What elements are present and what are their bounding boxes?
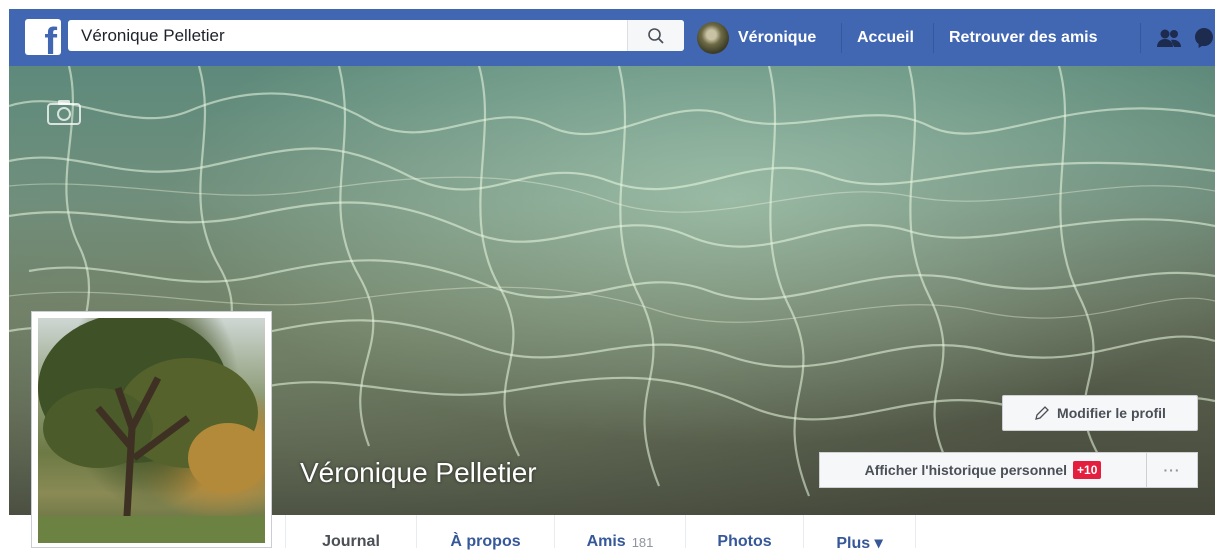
- profile-picture: [38, 318, 265, 543]
- more-options-label: ···: [1163, 462, 1181, 478]
- nav-divider: [933, 23, 934, 53]
- profile-link[interactable]: Véronique: [697, 9, 816, 66]
- pencil-icon: [1035, 406, 1049, 420]
- home-link[interactable]: Accueil: [857, 9, 914, 66]
- tab-friends-label: Amis: [586, 533, 626, 550]
- camera-icon[interactable]: [47, 99, 81, 125]
- tab-more-label: Plus ▾: [836, 535, 883, 552]
- facebook-logo[interactable]: f: [25, 19, 61, 55]
- activity-count-badge: +10: [1073, 461, 1102, 479]
- messages-button[interactable]: [1194, 9, 1215, 66]
- nav-divider: [1140, 23, 1141, 53]
- find-friends-label: Retrouver des amis: [949, 28, 1098, 46]
- tab-journal-label: Journal: [322, 533, 380, 550]
- profile-picture-frame[interactable]: [31, 311, 272, 548]
- messages-icon: [1195, 27, 1213, 48]
- top-bar: f Véronique Accueil Retrouver des amis: [0, 0, 1215, 66]
- activity-log-label: Afficher l'historique personnel: [864, 462, 1068, 478]
- search-input[interactable]: [68, 20, 641, 51]
- search-button[interactable]: [627, 20, 684, 51]
- tab-about[interactable]: À propos: [417, 515, 555, 550]
- facebook-logo-letter: f: [44, 21, 57, 55]
- edit-profile-button[interactable]: Modifier le profil: [1002, 395, 1198, 431]
- more-options-button[interactable]: ···: [1147, 452, 1198, 488]
- user-avatar: [697, 21, 729, 54]
- edit-profile-label: Modifier le profil: [1057, 405, 1166, 421]
- tab-photos[interactable]: Photos: [686, 515, 804, 550]
- friend-requests-button[interactable]: [1156, 9, 1184, 66]
- blue-navigation-bar: f Véronique Accueil Retrouver des amis: [9, 9, 1215, 66]
- home-label: Accueil: [857, 28, 914, 46]
- tree-illustration: [38, 318, 265, 543]
- tab-friends[interactable]: Amis 181: [555, 515, 686, 550]
- find-friends-link[interactable]: Retrouver des amis: [949, 9, 1098, 66]
- tab-photos-label: Photos: [717, 533, 772, 550]
- activity-log-button[interactable]: Afficher l'historique personnel +10: [819, 452, 1147, 488]
- profile-name: Véronique Pelletier: [300, 457, 537, 488]
- user-name: Véronique: [738, 28, 817, 46]
- tab-journal[interactable]: Journal: [286, 515, 417, 550]
- tab-more[interactable]: Plus ▾: [804, 515, 916, 552]
- search-icon: [648, 27, 664, 44]
- friend-requests-icon: [1157, 29, 1181, 47]
- search-box: [68, 20, 684, 51]
- profile-tabs: Journal À propos Amis 181 Photos Plus ▾: [285, 515, 1215, 552]
- nav-divider: [841, 23, 842, 53]
- tab-about-label: À propos: [450, 533, 521, 550]
